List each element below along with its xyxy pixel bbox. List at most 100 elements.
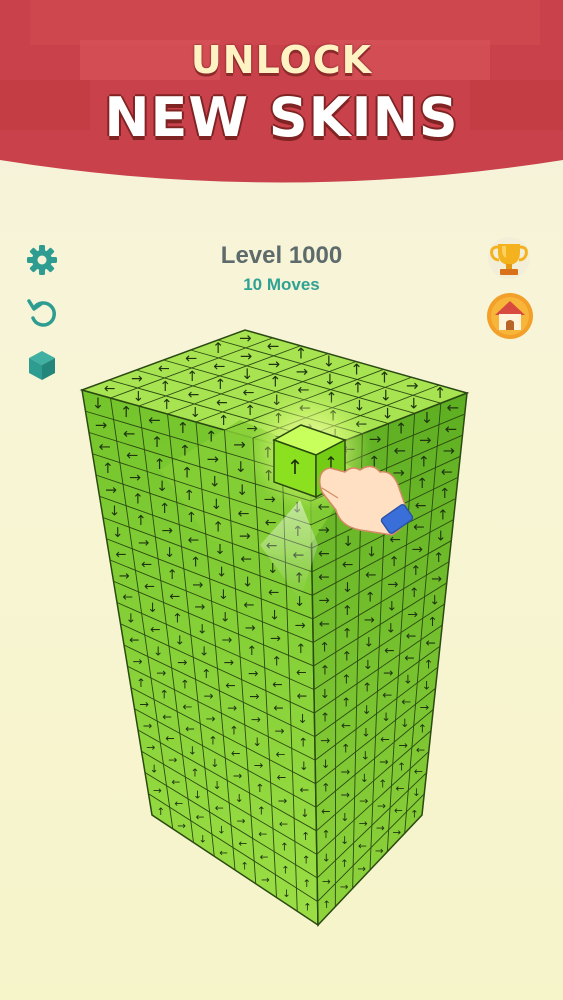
cube-arrow: ← (413, 520, 425, 536)
cube-arrow: ← (358, 840, 367, 852)
cube-arrow: ↑ (190, 555, 201, 571)
cube-arrow: ↑ (257, 805, 266, 818)
cube-arrow: → (248, 666, 258, 681)
cube-arrow: ↑ (240, 861, 249, 873)
cube-arrow: → (233, 435, 246, 453)
cube-arrow: ↑ (180, 678, 190, 692)
cube-arrow: → (251, 712, 261, 726)
cube-arrow: ↑ (186, 369, 198, 385)
cube-arrow: ↓ (197, 622, 208, 637)
cube-arrow: → (249, 690, 259, 704)
cube-arrow: ↑ (342, 604, 353, 619)
cube-arrow: ↑ (418, 455, 430, 471)
cube-arrow: → (274, 724, 284, 738)
cube-arrow: ↓ (236, 483, 248, 499)
cube-arrow: → (143, 720, 152, 733)
cube-arrow: ↑ (409, 586, 420, 601)
cube-arrow: → (387, 577, 398, 592)
cube-arrow: ↓ (362, 703, 372, 717)
cube-arrow: ↑ (437, 507, 449, 523)
cube-arrow: ↓ (324, 372, 336, 389)
cube-arrow: ↑ (167, 568, 178, 583)
cube-arrow: ← (279, 817, 288, 830)
cube-arrow: ↓ (242, 574, 253, 590)
cube-arrow: ↓ (199, 644, 209, 659)
cube-arrow: ↓ (153, 644, 163, 658)
cube-arrow: ↑ (416, 476, 428, 492)
cube-tower-board[interactable]: ↓ → ← ↑ → ↓ ↓ ← → ← ↓ ← → ↑ → → → ↓ → ↑ ↑ ← ← → ↑ ↑ → ← ← ↓ ← ↓ → ↑ ← ← → ← ← →… (0, 0, 563, 1000)
cube-arrow: ↑ (321, 780, 331, 794)
cube-arrow: ↑ (229, 723, 239, 737)
cube-arrow: ↓ (209, 474, 221, 490)
cube-arrow: ↓ (220, 611, 231, 626)
cube-arrow: ↑ (156, 806, 165, 818)
cube-arrow: → (341, 764, 351, 778)
cube-arrow: ← (238, 838, 247, 850)
cube-arrow: ← (188, 532, 200, 548)
cube-arrow: ← (169, 590, 180, 605)
cube-arrow: ↑ (281, 865, 290, 877)
cube-arrow: ↓ (381, 710, 391, 724)
cube-arrow: ↑ (341, 672, 351, 687)
cube-arrow: → (379, 755, 388, 768)
cube-arrow: → (138, 535, 149, 551)
cube-arrow: ↑ (322, 899, 331, 911)
cube-arrow: ↑ (212, 340, 224, 357)
cube-arrow: ← (321, 805, 330, 818)
cube-arrow: ↓ (189, 405, 201, 421)
cube-arrow: ↑ (350, 360, 363, 378)
cube-arrow: → (383, 666, 393, 680)
cube-arrow: ← (144, 579, 155, 594)
cube-arrow: ↑ (298, 736, 308, 750)
cube-arrow: ← (341, 718, 351, 732)
cube-arrow: ↓ (421, 409, 434, 427)
cube-arrow: ← (104, 381, 116, 397)
cube-arrow: → (223, 655, 233, 670)
cube-arrow: ↑ (135, 513, 147, 529)
cube-arrow: ↑ (424, 657, 434, 671)
cube-arrow: → (278, 794, 287, 807)
cube-arrow: → (240, 348, 252, 365)
cube-arrow: ↓ (412, 787, 421, 799)
cube-arrow: → (206, 711, 216, 725)
cube-arrow: ↓ (386, 599, 397, 614)
cube-arrow: ← (182, 700, 192, 714)
cube-arrow: ↓ (282, 888, 291, 900)
cube-arrow: ↓ (300, 807, 309, 820)
cube-arrow: ← (258, 828, 267, 841)
cube-arrow: ← (174, 798, 183, 810)
cube-arrow: ← (243, 385, 255, 401)
cube-arrow: → (340, 788, 349, 801)
cube-arrow: → (392, 827, 401, 839)
cube-arrow: ↑ (120, 403, 133, 421)
cube-arrow: ↑ (218, 413, 230, 429)
cube-arrow: ← (243, 598, 254, 613)
cube-arrow: ↓ (198, 833, 207, 845)
cube-arrow: → (268, 356, 280, 373)
cube-arrow: ↑ (212, 519, 224, 535)
cube-arrow: → (195, 600, 206, 615)
cube-arrow: ↓ (299, 759, 309, 773)
cube-arrow: ↑ (302, 854, 311, 867)
cube-arrow: ↓ (150, 762, 159, 775)
cube-arrow: ← (273, 701, 283, 715)
cube-arrow: ↓ (400, 716, 410, 730)
cube-arrow: ↑ (295, 642, 306, 657)
cube-arrow: ↑ (244, 403, 256, 419)
cube-arrow: ← (272, 677, 282, 692)
cube-arrow: ↓ (340, 811, 349, 824)
cube-arrow: ← (394, 805, 403, 817)
cube-arrow: ↑ (136, 676, 146, 690)
cube-arrow: → (207, 451, 219, 468)
cube-arrow: → (359, 794, 368, 807)
cube-arrow: → (320, 734, 330, 748)
cube-arrow: ↑ (159, 501, 171, 517)
cube-arrow: ↓ (360, 748, 370, 762)
cube-arrow: ↑ (301, 830, 310, 843)
cube-arrow: ↑ (433, 551, 444, 566)
cube-arrow: ↑ (183, 488, 195, 504)
cube-arrow: → (177, 656, 187, 670)
cube-arrow: ← (260, 851, 269, 863)
cube-arrow: ← (395, 782, 404, 795)
cube-arrow: ← (231, 746, 241, 760)
